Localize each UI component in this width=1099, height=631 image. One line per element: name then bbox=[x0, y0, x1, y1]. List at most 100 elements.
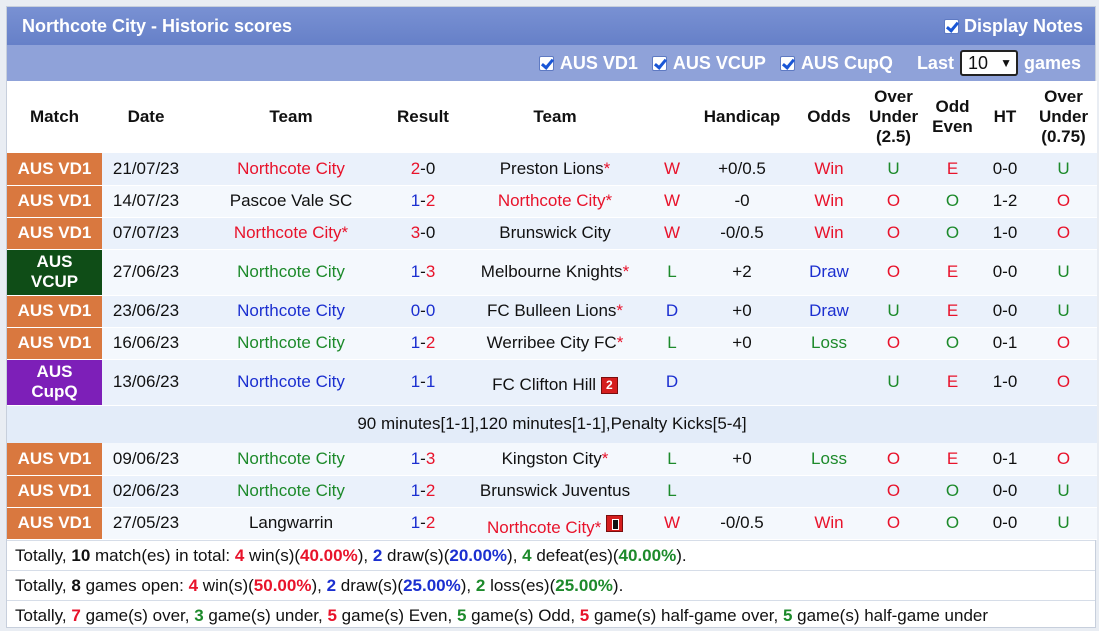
over-under: O bbox=[862, 327, 925, 360]
home-team[interactable]: Northcote City bbox=[190, 475, 392, 508]
filter-aus-vcup-label: AUS VCUP bbox=[672, 52, 766, 73]
win-loss: D bbox=[656, 359, 688, 406]
win-loss: L bbox=[656, 327, 688, 360]
filter-aus-vcup[interactable]: AUS VCUP bbox=[651, 52, 766, 74]
odds-result: Draw bbox=[796, 295, 862, 328]
competition-badge[interactable]: AUS CupQ bbox=[7, 359, 102, 406]
competition-badge[interactable]: AUS VD1 bbox=[7, 507, 102, 540]
display-notes-checkbox[interactable] bbox=[943, 18, 959, 34]
home-team[interactable]: Northcote City bbox=[190, 443, 392, 476]
over-under: O bbox=[862, 217, 925, 250]
table-row[interactable]: AUS VD1 16/06/23 Northcote City 1-2 Werr… bbox=[7, 327, 1097, 360]
odds-result: Win bbox=[796, 153, 862, 186]
match-result[interactable]: 1-2 bbox=[392, 185, 454, 218]
match-result[interactable]: 1-2 bbox=[392, 507, 454, 540]
odd-even: O bbox=[925, 217, 980, 250]
competition-badge[interactable]: AUS VD1 bbox=[7, 185, 102, 218]
half-time: 0-0 bbox=[980, 249, 1030, 296]
competition-badge[interactable]: AUS VD1 bbox=[7, 217, 102, 250]
competition-badge[interactable]: AUS VD1 bbox=[7, 295, 102, 328]
home-team[interactable]: Northcote City bbox=[190, 327, 392, 360]
win-loss: D bbox=[656, 295, 688, 328]
home-team[interactable]: Langwarrin bbox=[190, 507, 392, 540]
odds-result: Draw bbox=[796, 249, 862, 296]
filter-bar: AUS VD1 AUS VCUP AUS CupQ Last 10 ▼ games bbox=[7, 45, 1095, 81]
handicap: +0/0.5 bbox=[688, 153, 796, 186]
odd-even: E bbox=[925, 295, 980, 328]
match-result[interactable]: 1-2 bbox=[392, 327, 454, 360]
home-team[interactable]: Pascoe Vale SC bbox=[190, 185, 392, 218]
filter-aus-vd1[interactable]: AUS VD1 bbox=[538, 52, 638, 74]
filter-aus-cupq-checkbox[interactable] bbox=[779, 55, 795, 71]
table-row[interactable]: AUS VD1 02/06/23 Northcote City 1-2 Brun… bbox=[7, 475, 1097, 508]
home-team[interactable]: Northcote City bbox=[190, 153, 392, 186]
half-time: 0-0 bbox=[980, 475, 1030, 508]
competition-badge[interactable]: AUS VD1 bbox=[7, 443, 102, 476]
match-date: 09/06/23 bbox=[102, 443, 190, 476]
home-team[interactable]: Northcote City bbox=[190, 249, 392, 296]
home-team[interactable]: Northcote City* bbox=[190, 217, 392, 250]
handicap: -0/0.5 bbox=[688, 507, 796, 540]
competition-badge[interactable]: AUS VD1 bbox=[7, 327, 102, 360]
away-team[interactable]: Preston Lions* bbox=[454, 153, 656, 186]
match-date: 13/06/23 bbox=[102, 359, 190, 406]
table-row[interactable]: AUS VD1 27/05/23 Langwarrin 1-2 Northcot… bbox=[7, 507, 1097, 540]
table-row[interactable]: AUS VD1 14/07/23 Pascoe Vale SC 1-2 Nort… bbox=[7, 185, 1097, 218]
match-result[interactable]: 1-3 bbox=[392, 249, 454, 296]
win-loss: W bbox=[656, 185, 688, 218]
table-row[interactable]: AUS VD1 23/06/23 Northcote City 0-0 FC B… bbox=[7, 295, 1097, 328]
away-team[interactable]: Northcote City* bbox=[454, 507, 656, 540]
competition-badge[interactable]: AUS VCUP bbox=[7, 249, 102, 296]
filter-aus-cupq-label: AUS CupQ bbox=[800, 52, 893, 73]
table-row[interactable]: AUS VD1 09/06/23 Northcote City 1-3 King… bbox=[7, 443, 1097, 476]
col-team-away: Team bbox=[454, 81, 656, 153]
home-team[interactable]: Northcote City bbox=[190, 295, 392, 328]
odd-even: E bbox=[925, 359, 980, 406]
away-team[interactable]: Werribee City FC* bbox=[454, 327, 656, 360]
away-team[interactable]: Kingston City* bbox=[454, 443, 656, 476]
odds-result bbox=[796, 475, 862, 508]
away-team[interactable]: Northcote City* bbox=[454, 185, 656, 218]
half-time: 0-1 bbox=[980, 443, 1030, 476]
over-under: U bbox=[862, 295, 925, 328]
over-under: U bbox=[862, 359, 925, 406]
win-loss: W bbox=[656, 507, 688, 540]
competition-badge[interactable]: AUS VD1 bbox=[7, 153, 102, 186]
over-under: O bbox=[862, 249, 925, 296]
panel-header: Northcote City - Historic scores Display… bbox=[7, 7, 1095, 45]
win-loss: W bbox=[656, 217, 688, 250]
away-team[interactable]: FC Clifton Hill 2 bbox=[454, 359, 656, 406]
odd-even: E bbox=[925, 249, 980, 296]
match-result[interactable]: 0-0 bbox=[392, 295, 454, 328]
odd-even: O bbox=[925, 327, 980, 360]
table-header-row: Match Date Team Result Team Handicap Odd… bbox=[7, 81, 1097, 153]
games-label: games bbox=[1023, 52, 1081, 73]
away-team[interactable]: Melbourne Knights* bbox=[454, 249, 656, 296]
away-team[interactable]: Brunswick City bbox=[454, 217, 656, 250]
filter-aus-cupq[interactable]: AUS CupQ bbox=[779, 52, 893, 74]
match-result[interactable]: 1-1 bbox=[392, 359, 454, 406]
match-result[interactable]: 1-2 bbox=[392, 475, 454, 508]
match-result[interactable]: 2-0 bbox=[392, 153, 454, 186]
filter-aus-vd1-label: AUS VD1 bbox=[559, 52, 638, 73]
away-team[interactable]: Brunswick Juventus bbox=[454, 475, 656, 508]
display-notes-label: Display Notes bbox=[963, 15, 1083, 36]
competition-badge[interactable]: AUS VD1 bbox=[7, 475, 102, 508]
display-notes-toggle[interactable]: Display Notes bbox=[943, 15, 1083, 37]
match-result[interactable]: 1-3 bbox=[392, 443, 454, 476]
over-under-075: U bbox=[1030, 249, 1097, 296]
table-row[interactable]: AUS VCUP 27/06/23 Northcote City 1-3 Melb… bbox=[7, 249, 1097, 296]
filter-aus-vd1-checkbox[interactable] bbox=[538, 55, 554, 71]
handicap: +0 bbox=[688, 327, 796, 360]
match-result[interactable]: 3-0 bbox=[392, 217, 454, 250]
home-team[interactable]: Northcote City bbox=[190, 359, 392, 406]
handicap: +2 bbox=[688, 249, 796, 296]
table-row[interactable]: AUS VD1 21/07/23 Northcote City 2-0 Pres… bbox=[7, 153, 1097, 186]
match-date: 27/06/23 bbox=[102, 249, 190, 296]
filter-aus-vcup-checkbox[interactable] bbox=[651, 55, 667, 71]
games-count-select[interactable]: 10 ▼ bbox=[959, 50, 1018, 76]
away-team[interactable]: FC Bulleen Lions* bbox=[454, 295, 656, 328]
table-row[interactable]: AUS VD1 07/07/23 Northcote City* 3-0 Bru… bbox=[7, 217, 1097, 250]
over-under: U bbox=[862, 153, 925, 186]
table-row[interactable]: AUS CupQ 13/06/23 Northcote City 1-1 FC C… bbox=[7, 359, 1097, 406]
